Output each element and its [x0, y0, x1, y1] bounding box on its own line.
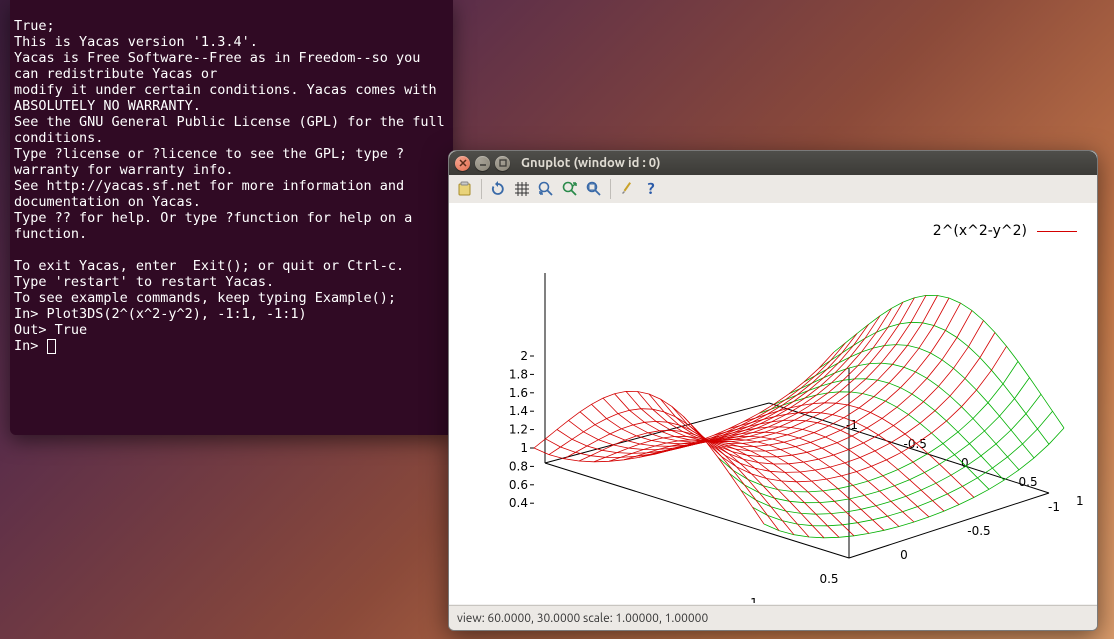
plot-canvas[interactable]: 0.40.60.811.21.41.61.82 -1-0.500.51 -1-0… — [449, 203, 1097, 604]
svg-text:1.8: 1.8 — [509, 367, 528, 381]
svg-text:0.6: 0.6 — [509, 478, 528, 492]
gnuplot-toolbar: ? — [449, 175, 1097, 204]
plot-legend: 2^(x^2-y^2) — [933, 223, 1077, 239]
gnuplot-window[interactable]: Gnuplot (window id : 0) ? — [448, 150, 1098, 631]
refresh-icon[interactable] — [486, 177, 510, 201]
svg-text:-1: -1 — [1048, 500, 1060, 514]
clipboard-icon[interactable] — [453, 177, 477, 201]
svg-text:0.4: 0.4 — [509, 496, 528, 510]
svg-text:1: 1 — [750, 596, 758, 603]
svg-text:2: 2 — [520, 349, 528, 363]
svg-text:1.6: 1.6 — [509, 386, 528, 400]
gnuplot-statusbar: view: 60.0000, 30.0000 scale: 1.00000, 1… — [449, 605, 1097, 630]
window-titlebar[interactable]: Gnuplot (window id : 0) — [449, 151, 1097, 175]
terminal-line: modify it under certain conditions. Yaca… — [14, 82, 445, 114]
zoom-prev-icon[interactable] — [534, 177, 558, 201]
zoom-next-icon[interactable] — [558, 177, 582, 201]
toolbar-separator — [610, 179, 611, 199]
terminal-line: True; — [14, 18, 55, 34]
terminal-line: Type ?license or ?licence to see the GPL… — [14, 146, 404, 178]
terminal-line: This is Yacas version '1.3.4'. — [14, 34, 258, 50]
terminal-line: To exit Yacas, enter Exit(); or quit or … — [14, 258, 404, 274]
svg-text:-0.5: -0.5 — [967, 524, 990, 538]
svg-text:1.2: 1.2 — [509, 423, 528, 437]
autoscale-icon[interactable] — [582, 177, 606, 201]
window-title: Gnuplot (window id : 0) — [521, 156, 661, 170]
legend-swatch — [1037, 231, 1077, 232]
window-close-button[interactable] — [455, 156, 470, 171]
statusbar-text: view: 60.0000, 30.0000 scale: 1.00000, 1… — [457, 612, 708, 625]
svg-text:1.4: 1.4 — [509, 404, 528, 418]
svg-text:1: 1 — [520, 441, 528, 455]
toolbar-separator — [481, 179, 482, 199]
grid-icon[interactable] — [510, 177, 534, 201]
terminal-line: See the GNU General Public License (GPL)… — [14, 114, 453, 146]
terminal-line: Yacas is Free Software--Free as in Freed… — [14, 50, 429, 82]
yacas-terminal[interactable]: True; This is Yacas version '1.3.4'. Yac… — [10, 0, 453, 435]
svg-text:0.5: 0.5 — [1019, 475, 1038, 489]
terminal-line: In> Plot3DS(2^(x^2-y^2), -1:1, -1:1) — [14, 306, 307, 322]
svg-text:0: 0 — [900, 548, 908, 562]
config-icon[interactable] — [615, 177, 639, 201]
terminal-line: Type 'restart' to restart Yacas. — [14, 274, 274, 290]
terminal-prompt: In> — [14, 338, 56, 354]
svg-text:0.5: 0.5 — [819, 572, 838, 586]
svg-text:-1: -1 — [846, 418, 858, 432]
terminal-line: Out> True — [14, 322, 87, 338]
window-minimize-button[interactable] — [475, 156, 490, 171]
terminal-cursor — [47, 339, 56, 354]
terminal-line: To see example commands, keep typing Exa… — [14, 290, 396, 306]
help-icon[interactable]: ? — [639, 177, 663, 201]
terminal-line: See http://yacas.sf.net for more informa… — [14, 178, 412, 210]
legend-label: 2^(x^2-y^2) — [933, 223, 1027, 239]
svg-text:0.8: 0.8 — [509, 459, 528, 473]
window-maximize-button[interactable] — [495, 156, 510, 171]
svg-text:1: 1 — [1076, 494, 1084, 508]
terminal-line: Type ?? for help. Or type ?function for … — [14, 210, 420, 242]
